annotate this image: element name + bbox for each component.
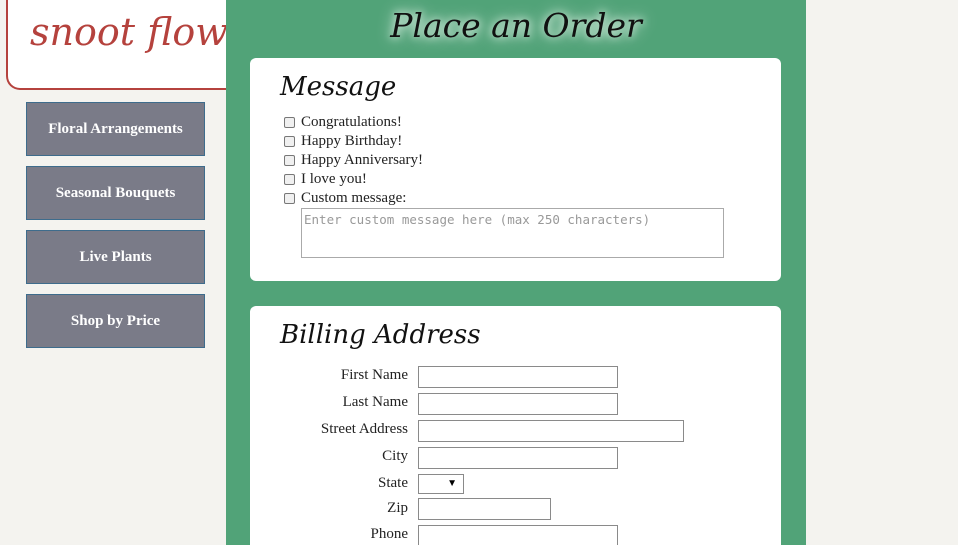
main-panel: Place an Order Message Congratulations! … — [226, 0, 806, 545]
nav-seasonal-bouquets-button[interactable]: Seasonal Bouquets — [26, 166, 205, 220]
custom-message-checkbox[interactable] — [284, 192, 295, 204]
custom-message-placeholder: Enter custom message here (max 250 chara… — [304, 212, 651, 227]
street-address-label: Street Address — [320, 421, 408, 437]
logo[interactable]: snoot flowers — [6, 0, 288, 90]
city-label: City — [382, 448, 408, 464]
sidebar: snoot flowers Floral Arrangements Season… — [0, 0, 288, 545]
street-address-input[interactable] — [418, 420, 684, 442]
happy-birthday-checkbox[interactable] — [284, 135, 295, 147]
page-title: Place an Order — [390, 6, 642, 45]
phone-input[interactable] — [418, 525, 618, 545]
message-option-i-love-you[interactable]: I love you! — [284, 170, 367, 188]
chevron-down-icon: ▼ — [447, 478, 457, 489]
message-title: Message — [280, 72, 397, 102]
first-name-input[interactable] — [418, 366, 618, 388]
message-option-happy-anniversary[interactable]: Happy Anniversary! — [284, 151, 423, 169]
state-label: State — [378, 475, 408, 491]
i-love-you-checkbox[interactable] — [284, 173, 295, 185]
phone-label: Phone — [370, 526, 409, 542]
city-input[interactable] — [418, 447, 618, 469]
i-love-you-label: I love you! — [301, 170, 367, 187]
last-name-label: Last Name — [342, 394, 408, 410]
zip-label: Zip — [387, 500, 408, 516]
happy-anniversary-checkbox[interactable] — [284, 154, 295, 166]
custom-message-textarea[interactable]: Enter custom message here (max 250 chara… — [301, 208, 724, 258]
happy-anniversary-label: Happy Anniversary! — [301, 151, 424, 168]
page: snoot flowers Floral Arrangements Season… — [0, 0, 958, 545]
congratulations-checkbox[interactable] — [284, 116, 295, 128]
congratulations-label: Congratulations! — [301, 113, 402, 130]
message-option-happy-birthday[interactable]: Happy Birthday! — [284, 132, 402, 150]
nav-live-plants-button[interactable]: Live Plants — [26, 230, 205, 284]
custom-message-label: Custom message: — [301, 189, 407, 206]
zip-input[interactable] — [418, 498, 551, 520]
happy-birthday-label: Happy Birthday! — [301, 132, 403, 149]
last-name-input[interactable] — [418, 393, 618, 415]
billing-title: Billing Address — [280, 320, 481, 350]
nav-floral-arrangements-button[interactable]: Floral Arrangements — [26, 102, 205, 156]
billing-card: Billing Address First Name Last Name Str… — [250, 306, 781, 545]
first-name-label: First Name — [340, 367, 408, 383]
state-select[interactable]: ▼ — [418, 474, 464, 494]
message-option-custom[interactable]: Custom message: — [284, 189, 406, 207]
message-option-congratulations[interactable]: Congratulations! — [284, 113, 402, 131]
nav-shop-by-price-button[interactable]: Shop by Price — [26, 294, 205, 348]
message-card: Message Congratulations! Happy Birthday!… — [250, 58, 781, 281]
